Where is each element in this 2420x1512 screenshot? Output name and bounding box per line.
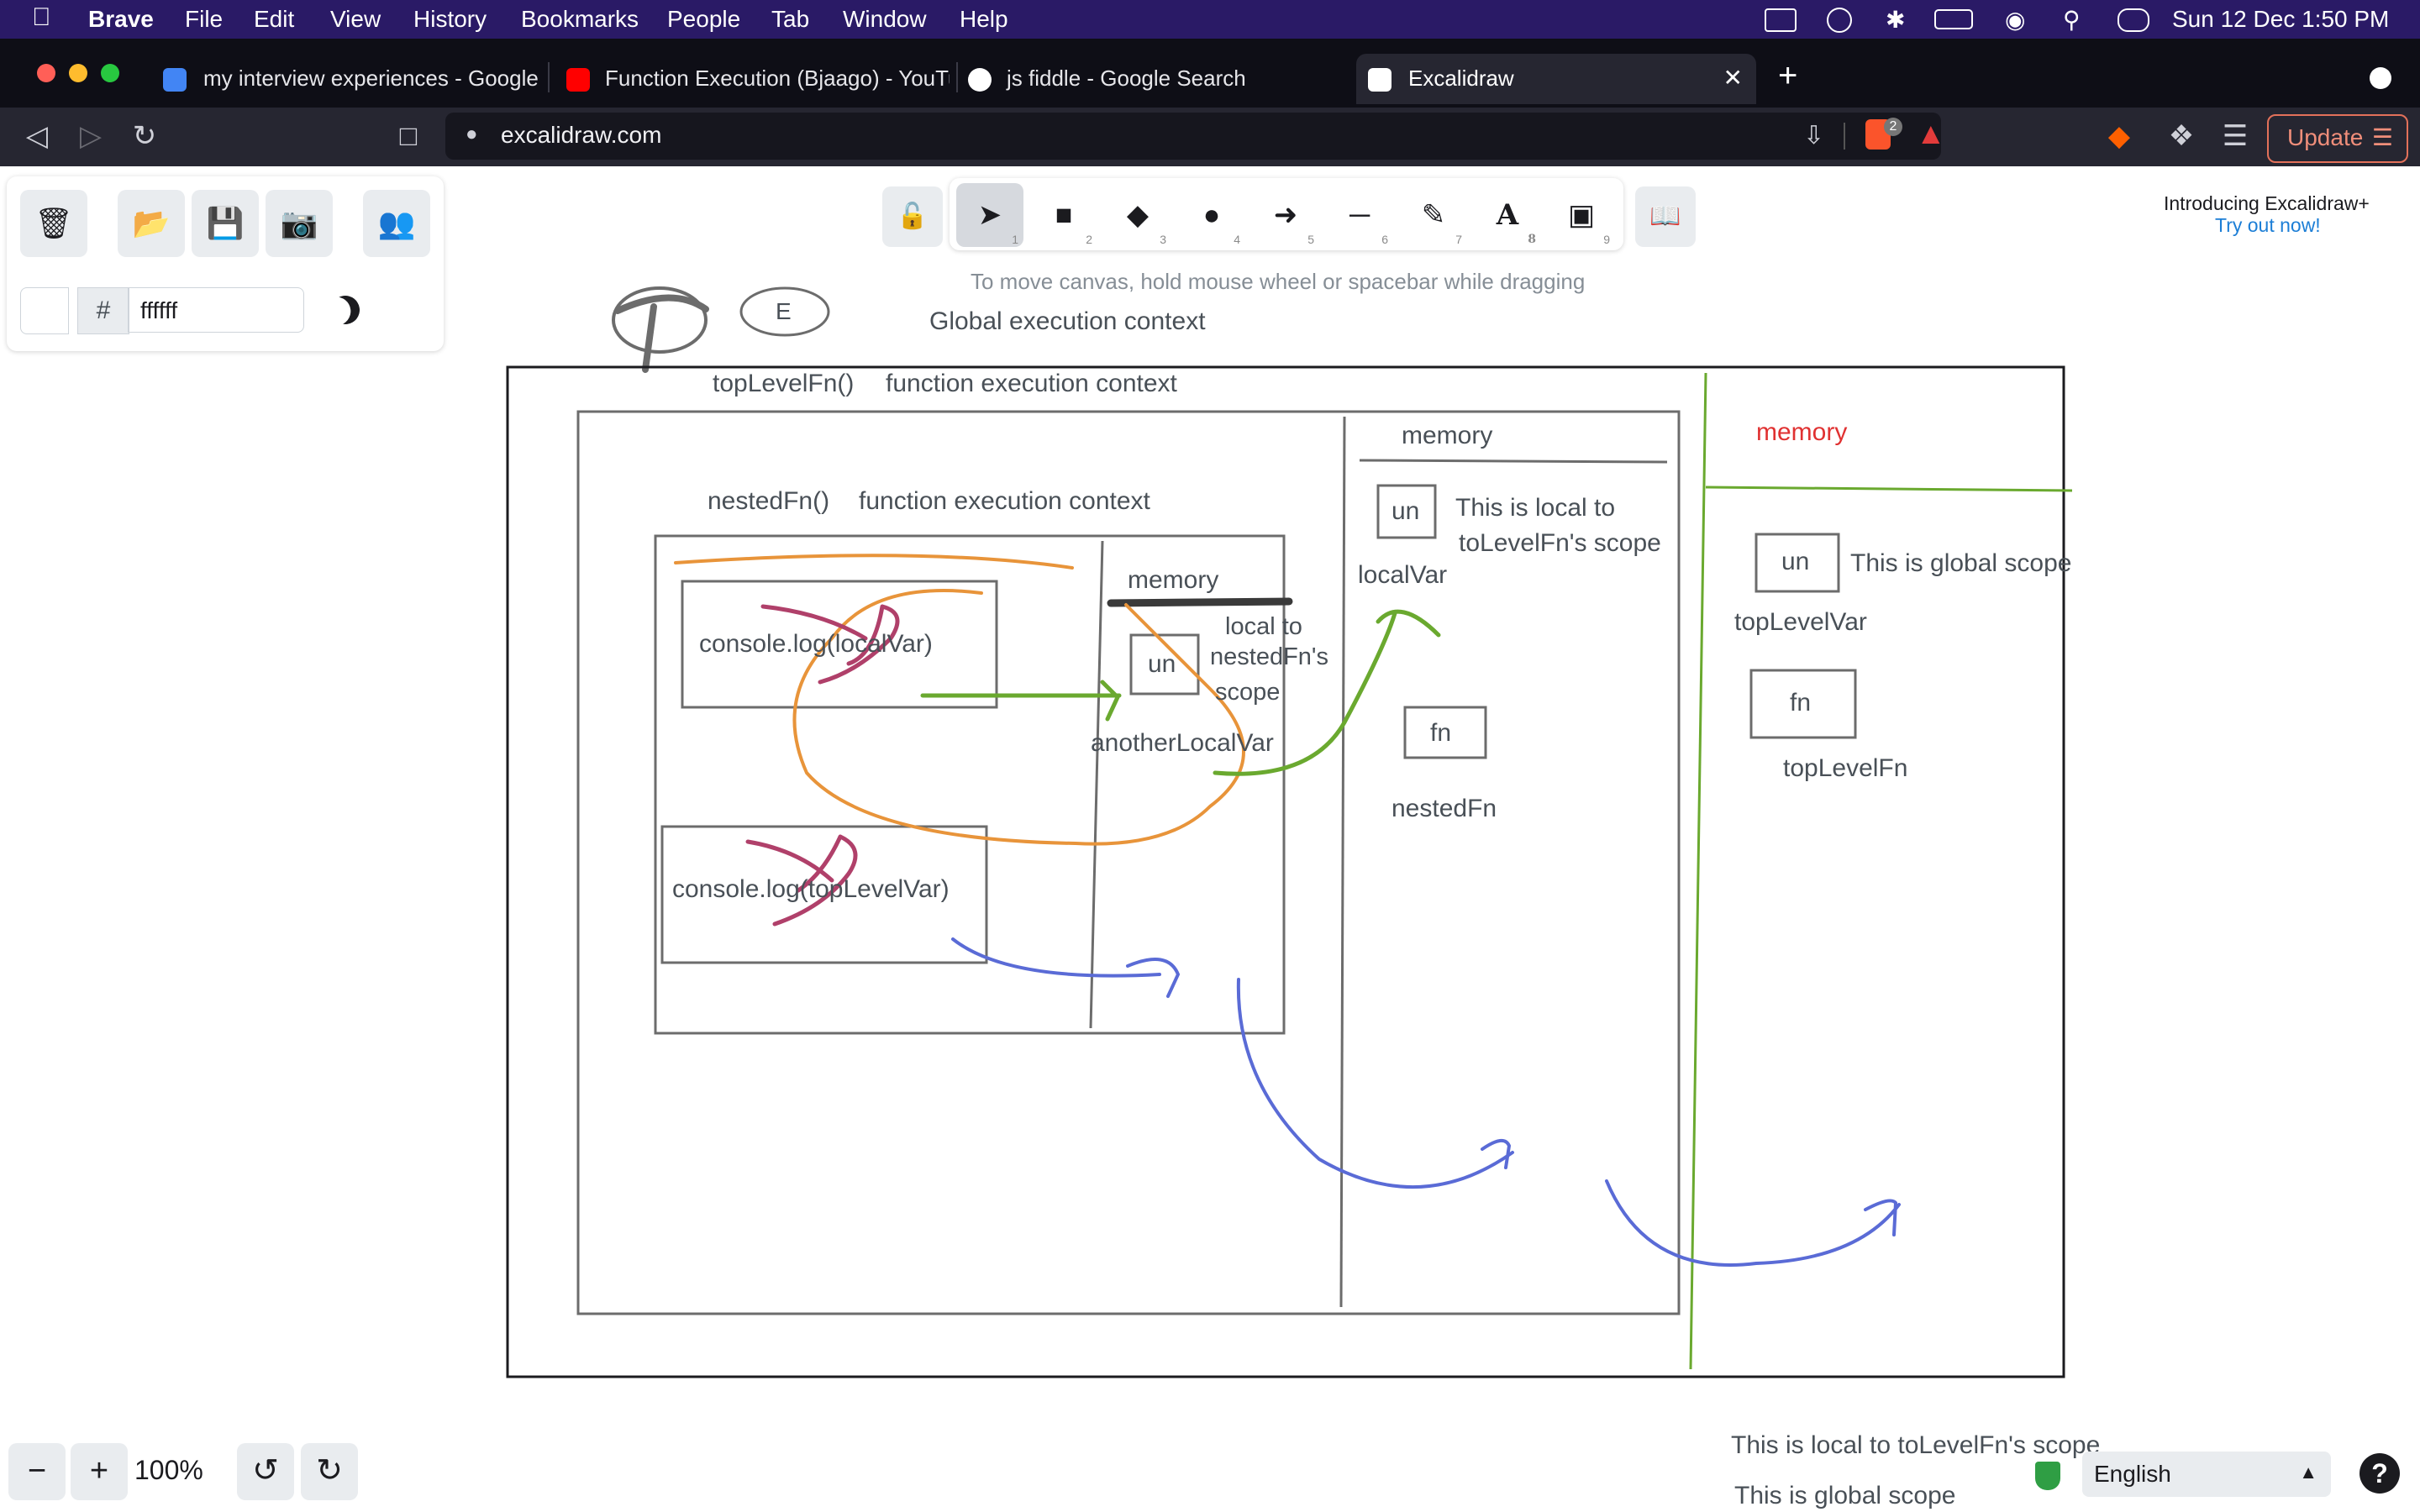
global-un-value[interactable]: un <box>1781 548 1809 576</box>
language-select[interactable]: English ▲ <box>2082 1452 2331 1497</box>
global-context-title[interactable]: Global execution context <box>929 307 1206 336</box>
nested-scope-note-2[interactable]: nestedFn's <box>1210 643 1328 671</box>
global-memory-underline <box>1705 486 2073 492</box>
help-button[interactable]: ? <box>2360 1453 2400 1494</box>
global-memory-label[interactable]: memory <box>1756 418 1847 447</box>
blue-arrow[interactable] <box>1236 978 1514 1189</box>
undo-icon: ↺ <box>252 1453 279 1488</box>
blue-arrow[interactable] <box>1605 1179 1901 1267</box>
bottom-note-global[interactable]: This is global scope <box>1734 1482 1955 1510</box>
log-top-text[interactable]: console.log(topLevelVar) <box>672 875 950 904</box>
nested-scope-note-1[interactable]: local to <box>1225 613 1302 641</box>
top-scope-note-2[interactable]: toLevelFn's scope <box>1459 529 1661 558</box>
shield-check-icon <box>2035 1462 2060 1490</box>
log-local-text[interactable]: console.log(localVar) <box>699 630 933 659</box>
plus-icon: + <box>89 1453 109 1488</box>
orange-scope-loop[interactable] <box>674 554 1245 846</box>
zoom-in-button[interactable]: + <box>71 1443 128 1500</box>
top-scope-note-1[interactable]: This is local to <box>1455 494 1615 522</box>
top-un-value[interactable]: un <box>1392 497 1419 526</box>
memory-underline <box>1359 459 1668 464</box>
minus-icon: − <box>27 1453 47 1488</box>
bottom-note-local[interactable]: This is local to toLevelFn's scope <box>1731 1431 2100 1460</box>
nested-memory-label[interactable]: memory <box>1128 566 1218 595</box>
language-value: English <box>2094 1461 2171 1487</box>
nested-scope-note-3[interactable]: scope <box>1215 679 1280 706</box>
global-scope-note[interactable]: This is global scope <box>1850 549 2071 578</box>
nestedfn-context-label[interactable]: function execution context <box>859 487 1150 516</box>
zoom-level[interactable]: 100% <box>134 1455 203 1486</box>
global-context-box[interactable] <box>506 365 2065 1378</box>
zoom-out-button[interactable]: − <box>8 1443 66 1500</box>
top-level-var-label[interactable]: topLevelVar <box>1734 608 1867 637</box>
global-fn-value[interactable]: fn <box>1790 689 1811 717</box>
sketch-e-label[interactable]: E <box>776 298 792 325</box>
nested-memory-underline <box>1107 597 1293 607</box>
top-memory-label[interactable]: memory <box>1402 422 1492 450</box>
redo-button[interactable]: ↻ <box>301 1443 358 1500</box>
redo-icon: ↻ <box>316 1453 343 1488</box>
sketch-mark[interactable] <box>614 294 709 373</box>
undo-button[interactable]: ↺ <box>237 1443 294 1500</box>
top-fn-value[interactable]: fn <box>1430 719 1451 748</box>
green-arrow[interactable] <box>920 680 1122 722</box>
caret-up-icon: ▲ <box>2299 1462 2317 1483</box>
nestedfn-name-label[interactable]: nestedFn <box>1392 795 1497 823</box>
global-divider <box>1689 372 1707 1370</box>
another-local-var-label[interactable]: anotherLocalVar <box>1091 729 1274 758</box>
nestedfn-label[interactable]: nestedFn() <box>708 487 829 516</box>
nestedfn-context-box[interactable] <box>654 534 1286 1035</box>
top-level-fn-label[interactable]: topLevelFn <box>1783 754 1907 783</box>
toplevelfn-label[interactable]: topLevelFn() <box>713 370 854 398</box>
local-var-label[interactable]: localVar <box>1358 561 1447 590</box>
toplevelfn-context-label[interactable]: function execution context <box>886 370 1177 398</box>
nestedfn-divider <box>1089 540 1104 1029</box>
nested-un-value[interactable]: un <box>1148 650 1176 679</box>
